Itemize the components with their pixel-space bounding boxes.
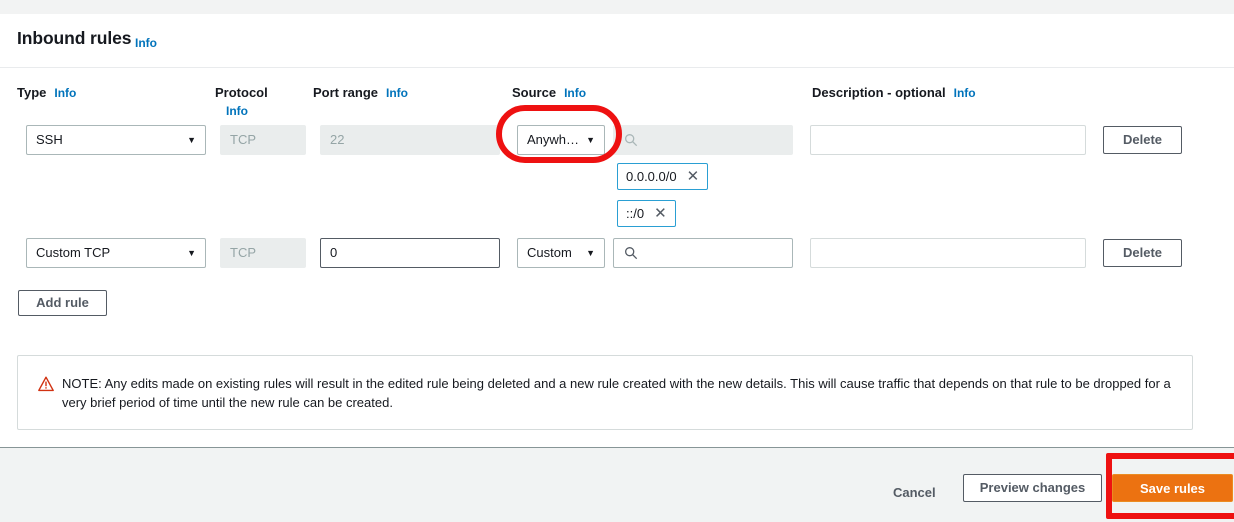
rule-0-description-input[interactable]	[810, 125, 1086, 155]
chevron-down-icon: ▼	[187, 135, 196, 145]
rule-0-protocol-value: TCP	[230, 132, 256, 147]
column-header-description: Description - optional Info	[812, 85, 976, 100]
column-header-port-range-label: Port range	[313, 85, 379, 100]
preview-changes-button[interactable]: Preview changes	[963, 474, 1102, 502]
rule-0-tag-0: 0.0.0.0/0 ✕	[617, 163, 709, 190]
warning-icon	[38, 376, 54, 392]
source-info-link[interactable]: Info	[564, 86, 586, 100]
rule-0-port-range-value: 22	[330, 132, 345, 147]
close-icon[interactable]: ✕	[654, 201, 667, 226]
rule-0-type-select[interactable]: SSH ▼	[26, 125, 206, 155]
inbound-rules-page: Inbound rules Info Type Info Protocol Inf…	[0, 0, 1234, 522]
column-header-description-label: Description - optional	[812, 85, 946, 100]
rule-0-tag-0-label: 0.0.0.0/0	[626, 169, 677, 184]
column-header-source-label: Source	[512, 85, 557, 100]
rule-0-type-value: SSH	[36, 132, 63, 147]
description-info-link[interactable]: Info	[954, 86, 976, 100]
footer-bar: Cancel Preview changes Save rules	[0, 447, 1234, 522]
rule-0-source-type-select[interactable]: Anywh… ▼	[517, 125, 605, 155]
rule-1-delete-button[interactable]: Delete	[1103, 239, 1182, 267]
section-header: Inbound rules Info	[0, 14, 1234, 68]
rule-1-protocol-value: TCP	[230, 245, 256, 260]
column-header-type-label: Type	[17, 85, 47, 100]
column-header-source: Source Info	[512, 85, 586, 100]
rule-0-tag-1-label: ::/0	[626, 206, 645, 221]
top-strip	[0, 0, 1234, 14]
chevron-down-icon: ▼	[187, 248, 196, 258]
rule-0-protocol-field: TCP	[220, 125, 306, 155]
protocol-info-link[interactable]: Info	[226, 104, 248, 118]
rule-1-description-input[interactable]	[810, 238, 1086, 268]
rule-0-source-type-value: Anywh…	[527, 132, 580, 147]
chevron-down-icon: ▼	[586, 135, 595, 145]
search-icon	[625, 247, 638, 260]
close-icon[interactable]: ✕	[687, 164, 700, 189]
column-header-protocol-label: Protocol	[215, 85, 268, 100]
note-alert: NOTE: Any edits made on existing rules w…	[17, 355, 1193, 430]
column-header-protocol-info: Info	[226, 104, 248, 118]
chevron-down-icon: ▼	[586, 248, 595, 258]
save-rules-button[interactable]: Save rules	[1112, 474, 1233, 502]
section-info-link[interactable]: Info	[135, 36, 157, 50]
rule-1-source-search-input[interactable]	[613, 238, 793, 268]
page-title: Inbound rules	[17, 28, 132, 48]
rule-1-source-type-value: Custom	[527, 245, 572, 260]
rule-1-protocol-field: TCP	[220, 238, 306, 268]
rule-1-type-select[interactable]: Custom TCP ▼	[26, 238, 206, 268]
rule-1-port-range-input[interactable]: 0	[320, 238, 500, 268]
rule-0-delete-button[interactable]: Delete	[1103, 126, 1182, 154]
rule-0-source-search-input	[613, 125, 793, 155]
column-header-type: Type Info	[17, 85, 76, 100]
rule-1-type-value: Custom TCP	[36, 245, 111, 260]
search-icon	[625, 134, 638, 147]
rule-0-tag-1: ::/0 ✕	[617, 200, 676, 227]
column-header-port-range: Port range Info	[313, 85, 408, 100]
note-alert-text: NOTE: Any edits made on existing rules w…	[62, 376, 1171, 410]
cancel-button[interactable]: Cancel	[893, 485, 936, 500]
type-info-link[interactable]: Info	[54, 86, 76, 100]
column-header-protocol: Protocol	[215, 85, 268, 100]
port-range-info-link[interactable]: Info	[386, 86, 408, 100]
rule-1-source-type-select[interactable]: Custom ▼	[517, 238, 605, 268]
add-rule-button[interactable]: Add rule	[18, 290, 107, 316]
rule-0-port-range-field: 22	[320, 125, 500, 155]
rule-1-port-range-value: 0	[330, 245, 338, 260]
